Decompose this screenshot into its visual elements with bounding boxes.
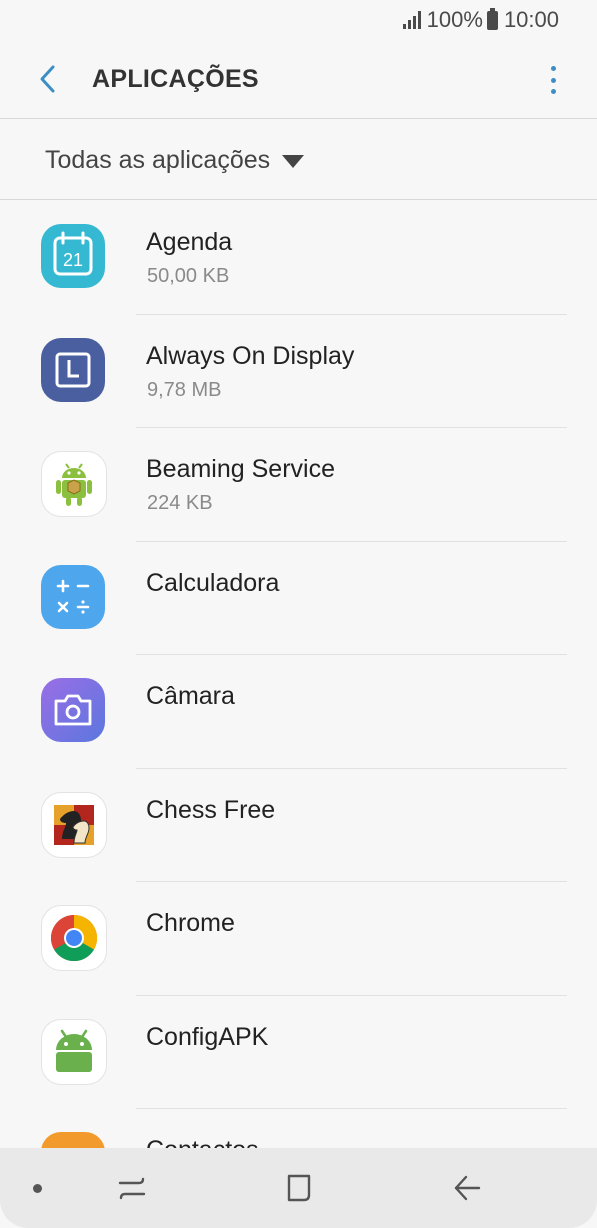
navigation-bar [0,1148,597,1228]
back-nav-button[interactable] [445,1168,489,1208]
list-item-calculadora[interactable]: Calculadora [0,542,597,655]
chevron-left-icon [40,65,55,93]
svg-text:21: 21 [63,250,83,270]
calendar-icon: 21 [41,224,105,288]
app-name: Always On Display [146,341,355,370]
list-item-always-on-display[interactable]: Always On Display 9,78 MB [0,315,597,428]
list-item-camara[interactable]: Câmara [0,655,597,769]
app-name: Chrome [146,909,235,937]
app-name: Calculadora [146,568,280,597]
filter-label: Todas as aplicações [45,145,271,174]
calculator-icon [41,564,105,629]
list-item-chrome[interactable]: Chrome [0,882,597,996]
list-item-chess-free[interactable]: Chess Free [0,769,597,882]
app-bar: APLICAÇÕES [0,40,597,118]
filter-dropdown[interactable]: Todas as aplicações [0,120,597,200]
signal-icon [402,11,421,29]
chess-knight-icon [41,791,107,858]
list-item-contactos[interactable]: Contactos [0,1109,597,1148]
android-icon [41,1018,107,1085]
page-title: APLICAÇÕES [92,64,259,93]
back-button[interactable] [28,59,68,99]
app-size: 9,78 MB [147,378,222,401]
nav-dot-indicator[interactable] [33,1184,42,1193]
app-name: Chess Free [146,795,276,824]
home-icon [287,1174,311,1202]
screen: 100% 10:00 APLICAÇÕES Todas as aplicaçõe… [0,0,597,1228]
android-robot-icon [41,451,107,517]
more-options-button[interactable] [547,66,559,94]
battery-percent: 100% [426,7,483,32]
app-name: Contactos [146,1136,259,1148]
home-button[interactable] [277,1168,321,1208]
clock-display-icon [41,337,105,402]
app-size: 224 KB [147,492,213,514]
status-bar: 100% 10:00 [0,0,597,40]
app-name: ConfigAPK [146,1022,269,1051]
more-vert-icon [550,66,556,71]
app-name: Câmara [146,682,235,710]
chrome-icon [41,905,107,971]
app-name: Agenda [146,228,233,256]
camera-icon [41,678,105,742]
list-item-agenda[interactable]: 21 Agenda 50,00 KB [0,201,597,315]
app-list[interactable]: 21 Agenda 50,00 KB Always On Display 9,7… [0,201,597,1148]
list-item-beaming-service[interactable]: Beaming Service 224 KB [0,428,597,542]
app-size: 50,00 KB [147,265,230,287]
caret-down-icon [282,154,305,168]
battery-icon [486,7,498,30]
app-name: Beaming Service [146,455,335,483]
recent-apps-button[interactable] [110,1168,154,1208]
clock: 10:00 [503,7,559,32]
filter-divider [0,199,597,200]
app-bar-divider [0,118,597,119]
arrow-back-icon [454,1175,481,1201]
list-item-configapk[interactable]: ConfigAPK [0,996,597,1109]
contacts-icon [41,1132,105,1148]
recent-apps-icon [118,1177,146,1200]
